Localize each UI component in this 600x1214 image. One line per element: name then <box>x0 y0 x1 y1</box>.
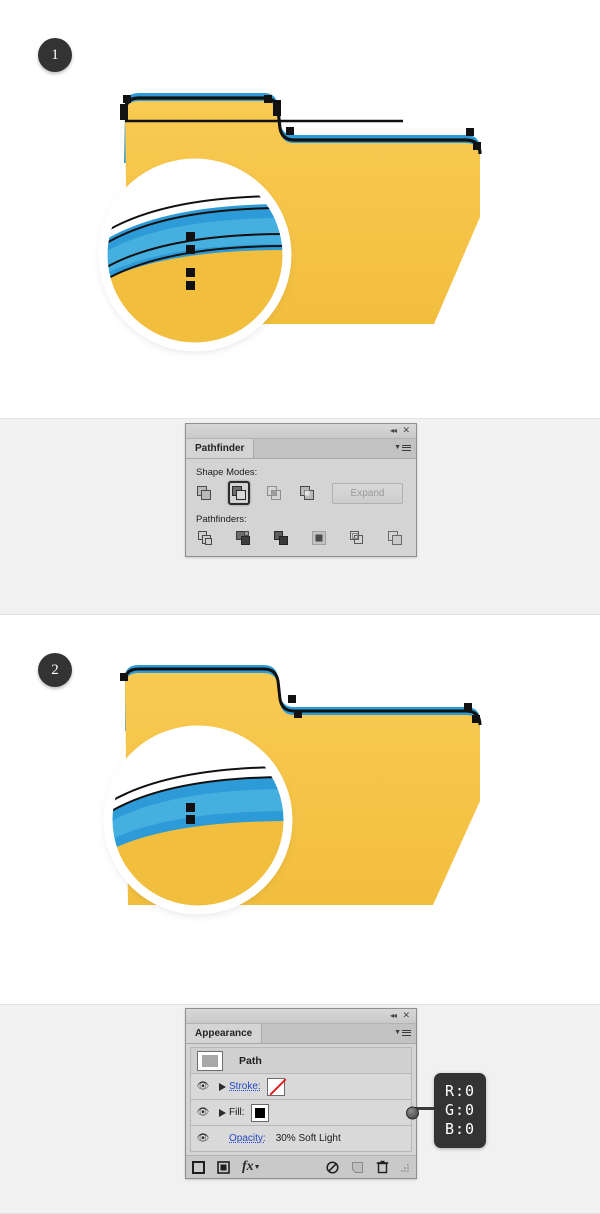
pathfinder-tab-row: Pathfinder ▼ <box>186 439 416 459</box>
clear-appearance-icon[interactable] <box>326 1160 339 1174</box>
folder-artwork-step-2 <box>0 615 600 1004</box>
delete-item-icon[interactable] <box>376 1160 389 1174</box>
double-chevron-left-icon[interactable]: ◂◂ <box>390 1011 397 1021</box>
pathfinder-body: Shape Modes: Expand Pathfinders: <box>186 459 416 556</box>
opacity-label[interactable]: Opacity: <box>229 1133 266 1144</box>
appearance-row-stroke[interactable]: 👁 Stroke: <box>190 1074 412 1100</box>
disclosure-triangle-icon[interactable] <box>215 1108 229 1117</box>
add-new-fill-icon[interactable] <box>217 1160 230 1174</box>
visibility-eye-icon[interactable]: 👁 <box>191 1081 215 1092</box>
panel-menu-icon[interactable]: ▼ <box>394 443 411 452</box>
pathfinders-row <box>186 528 416 548</box>
opacity-value[interactable]: 30% Soft Light <box>276 1133 341 1144</box>
tab-row-filler <box>254 439 416 458</box>
pathfinder-merge-button[interactable] <box>271 528 291 548</box>
visibility-eye-icon[interactable]: 👁 <box>191 1107 215 1118</box>
tab-pathfinder[interactable]: Pathfinder <box>186 439 255 458</box>
appearance-target-label: Path <box>239 1054 262 1067</box>
appearance-section: ◂◂ ✕ Appearance ▼ Path 👁 Stroke: 👁 Fill:… <box>0 1004 600 1214</box>
appearance-panel: ◂◂ ✕ Appearance ▼ Path 👁 Stroke: 👁 Fill:… <box>185 1008 419 1179</box>
appearance-titlebar: ◂◂ ✕ <box>186 1009 416 1024</box>
pathfinder-outline-button[interactable] <box>347 528 367 548</box>
duplicate-item-icon[interactable] <box>351 1161 364 1174</box>
rgb-callout: R:0 G:0 B:0 <box>434 1073 487 1148</box>
callout-anchor-dot <box>406 1106 419 1119</box>
add-new-stroke-icon[interactable] <box>192 1160 205 1174</box>
resize-grip-icon[interactable] <box>401 1163 410 1172</box>
pathfinder-panel: ◂◂ ✕ Pathfinder ▼ Shape Modes: Expand Pa… <box>185 423 417 557</box>
shape-modes-label: Shape Modes: <box>196 467 258 478</box>
pathfinder-exclude-button[interactable] <box>299 483 316 503</box>
appearance-row-opacity[interactable]: 👁 Opacity: 30% Soft Light <box>190 1126 412 1152</box>
disclosure-triangle-icon[interactable] <box>215 1082 229 1091</box>
tab-appearance[interactable]: Appearance <box>186 1024 263 1043</box>
close-icon[interactable]: ✕ <box>402 1010 410 1020</box>
appearance-footer: fx ▼ <box>186 1155 416 1178</box>
appearance-attribute-list: Path 👁 Stroke: 👁 Fill: 👁 Opacity: 30% So… <box>186 1044 419 1152</box>
double-chevron-left-icon[interactable]: ◂◂ <box>390 426 397 436</box>
expand-button[interactable]: Expand <box>332 482 403 504</box>
add-new-effect-icon[interactable]: fx ▼ <box>242 1159 261 1175</box>
step-badge-1: 1 <box>38 38 72 72</box>
close-icon[interactable]: ✕ <box>402 425 410 435</box>
step-badge-2: 2 <box>38 653 72 687</box>
folder-artwork-step-1 <box>0 0 600 418</box>
pathfinder-crop-button[interactable] <box>309 528 329 548</box>
pathfinders-label: Pathfinders: <box>196 514 247 525</box>
tab-row-filler <box>262 1024 416 1043</box>
pathfinder-minus-back-button[interactable] <box>385 528 405 548</box>
shape-modes-row: Expand <box>186 481 416 505</box>
pathfinder-titlebar: ◂◂ ✕ <box>186 424 416 439</box>
panel-menu-icon[interactable]: ▼ <box>394 1028 411 1037</box>
fill-swatch-black-icon[interactable] <box>250 1103 269 1122</box>
callout-line-b: B:0 <box>445 1120 476 1138</box>
step-1-illustration-section: 1 <box>0 0 600 418</box>
callout-line-r: R:0 <box>445 1082 476 1100</box>
callout-line-g: G:0 <box>445 1101 476 1119</box>
step-2-illustration-section: 2 <box>0 615 600 1004</box>
pathfinder-minus-front-button[interactable] <box>228 481 250 505</box>
fill-label[interactable]: Fill: <box>229 1107 245 1118</box>
stroke-label[interactable]: Stroke: <box>229 1081 261 1092</box>
pathfinder-section: ◂◂ ✕ Pathfinder ▼ Shape Modes: Expand Pa… <box>0 418 600 615</box>
pathfinder-unite-button[interactable] <box>195 483 212 503</box>
appearance-tab-row: Appearance ▼ <box>186 1024 416 1044</box>
path-thumbnail-icon <box>197 1050 223 1071</box>
pathfinder-intersect-button[interactable] <box>266 483 283 503</box>
appearance-row-fill[interactable]: 👁 Fill: <box>190 1100 419 1126</box>
stroke-swatch-none-icon[interactable] <box>266 1077 285 1096</box>
visibility-eye-icon[interactable]: 👁 <box>191 1133 215 1144</box>
appearance-target-row[interactable]: Path <box>190 1047 412 1074</box>
pathfinder-divide-button[interactable] <box>195 528 215 548</box>
pathfinder-trim-button[interactable] <box>233 528 253 548</box>
